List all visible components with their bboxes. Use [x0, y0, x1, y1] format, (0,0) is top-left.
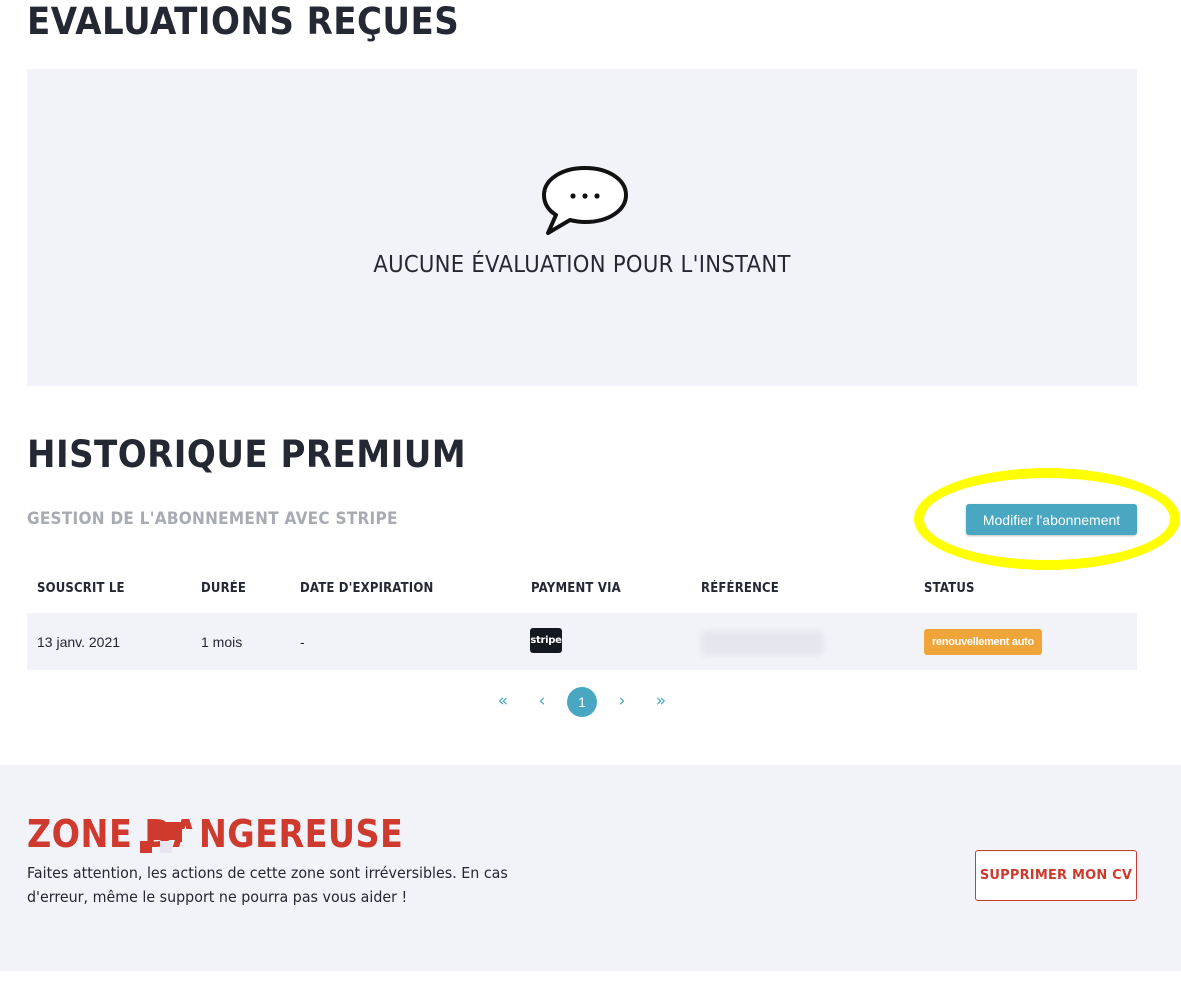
pagination-first[interactable]: « — [493, 688, 513, 718]
redaction-block — [160, 841, 172, 853]
pagination-prev[interactable]: ‹ — [532, 688, 552, 718]
redaction-block — [182, 829, 200, 855]
premium-section-title: HISTORIQUE PREMIUM — [27, 433, 467, 476]
column-header-subscribed: SOUSCRIT LE — [37, 581, 125, 596]
cell-reference-redacted — [700, 630, 824, 656]
stripe-logo: stripe — [530, 628, 562, 653]
cell-expiration: - — [300, 634, 305, 650]
reviews-section-title: EVALUATIONS REÇUES — [27, 0, 460, 43]
reviews-empty-state: AUCUNE ÉVALUATION POUR L'INSTANT — [27, 69, 1137, 386]
danger-zone-title: ZONE DANGEREUSE — [27, 812, 404, 856]
cell-duration: 1 mois — [201, 634, 243, 650]
delete-cv-button[interactable]: SUPPRIMER MON CV — [975, 850, 1137, 901]
speech-bubble-ellipsis-icon — [542, 166, 628, 235]
redaction-block — [148, 822, 182, 840]
redaction-block — [140, 841, 152, 853]
danger-zone-section: ZONE DANGEREUSE Faites attention, les ac… — [0, 765, 1181, 971]
column-header-status: STATUS — [924, 581, 975, 596]
premium-subtitle: GESTION DE L'ABONNEMENT AVEC STRIPE — [27, 509, 398, 529]
danger-zone-warning: Faites attention, les actions de cette z… — [27, 864, 508, 906]
column-header-payment: PAYMENT VIA — [531, 581, 621, 596]
modify-subscription-button[interactable]: Modifier l'abonnement — [966, 504, 1137, 535]
pagination-last[interactable]: » — [651, 688, 671, 718]
pagination-next[interactable]: › — [612, 688, 632, 718]
pagination-page-1[interactable]: 1 — [567, 687, 597, 717]
cell-subscribed: 13 janv. 2021 — [37, 634, 121, 650]
column-header-reference: RÉFÉRENCE — [701, 581, 779, 596]
empty-reviews-message: AUCUNE ÉVALUATION POUR L'INSTANT — [373, 252, 791, 278]
column-header-duration: DURÉE — [201, 581, 247, 596]
status-badge: renouvellement auto — [924, 629, 1042, 655]
column-header-expiration: DATE D'EXPIRATION — [300, 581, 434, 596]
